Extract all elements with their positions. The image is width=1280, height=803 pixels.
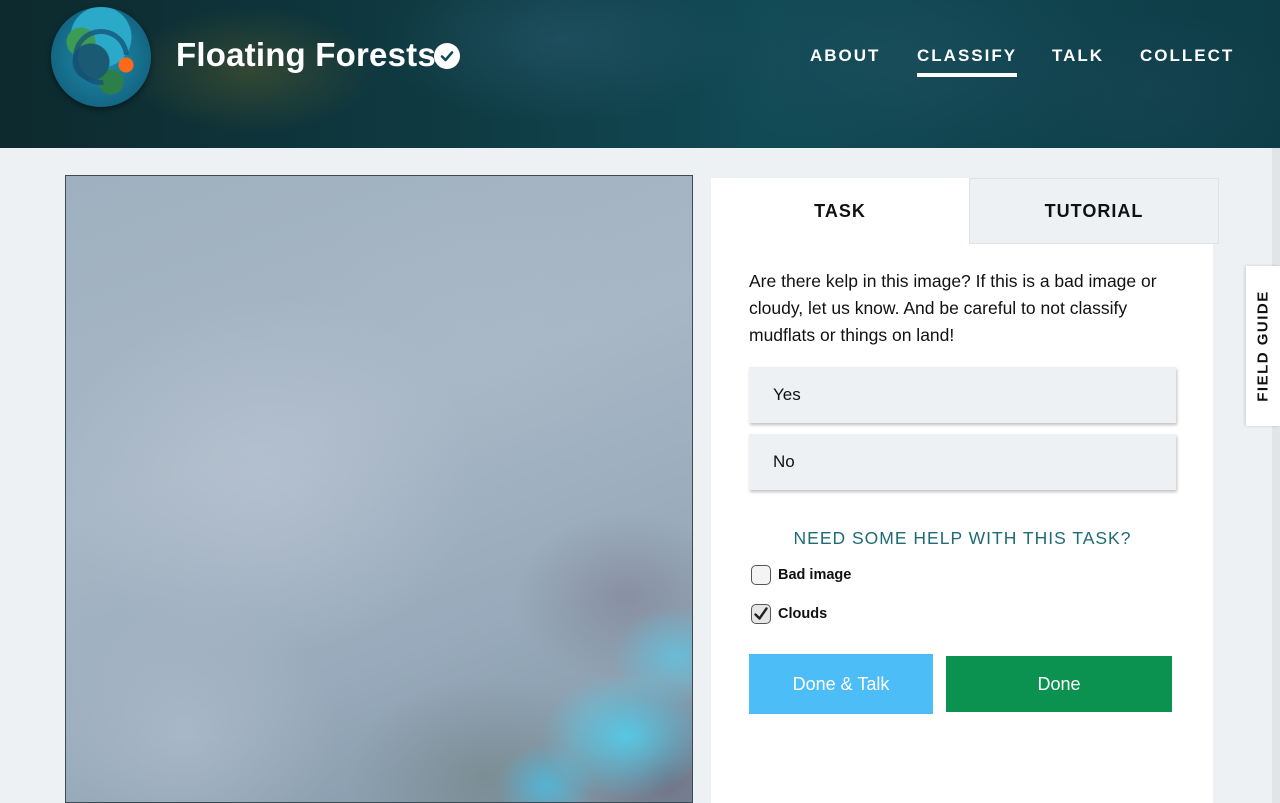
task-question: Are there kelp in this image? If this is… [749, 271, 1157, 345]
nav-classify[interactable]: CLASSIFY [917, 46, 1018, 77]
checkmark-icon [440, 51, 454, 62]
clouds-option[interactable]: Clouds [751, 604, 827, 624]
subject-satellite-image[interactable] [65, 175, 693, 803]
done-button[interactable]: Done [946, 656, 1172, 712]
clouds-checkbox[interactable] [751, 604, 771, 624]
field-guide-tab[interactable]: FIELD GUIDE [1246, 266, 1280, 426]
logo-ring-graphic [61, 17, 141, 97]
tab-tutorial[interactable]: TUTORIAL [969, 178, 1219, 244]
tab-task[interactable]: TASK [711, 178, 969, 244]
task-panel: TASK TUTORIAL Are there kelp in this ima… [711, 178, 1219, 803]
bad-image-checkbox[interactable] [751, 565, 771, 585]
page-scroll-edge [1272, 148, 1280, 803]
help-link[interactable]: NEED SOME HELP WITH THIS TASK? [749, 528, 1176, 549]
answer-no-button[interactable]: No [749, 434, 1176, 490]
project-logo[interactable] [51, 7, 151, 107]
field-guide-label: FIELD GUIDE [1254, 290, 1272, 402]
nav-collect[interactable]: COLLECT [1140, 46, 1234, 70]
bad-image-label: Bad image [778, 567, 852, 583]
site-header: Floating Forests ABOUT CLASSIFY TALK COL… [0, 0, 1280, 148]
verified-check-icon [434, 43, 460, 69]
answer-no-label: No [773, 452, 795, 471]
bad-image-option[interactable]: Bad image [751, 565, 851, 585]
done-and-talk-button[interactable]: Done & Talk [749, 654, 933, 714]
clouds-label: Clouds [778, 606, 828, 622]
nav-about[interactable]: ABOUT [810, 46, 880, 70]
answer-yes-label: Yes [773, 385, 801, 404]
nav-talk[interactable]: TALK [1052, 46, 1104, 70]
answer-yes-button[interactable]: Yes [749, 367, 1176, 423]
checkmark-icon [754, 607, 768, 620]
project-title[interactable]: Floating Forests [176, 36, 436, 74]
